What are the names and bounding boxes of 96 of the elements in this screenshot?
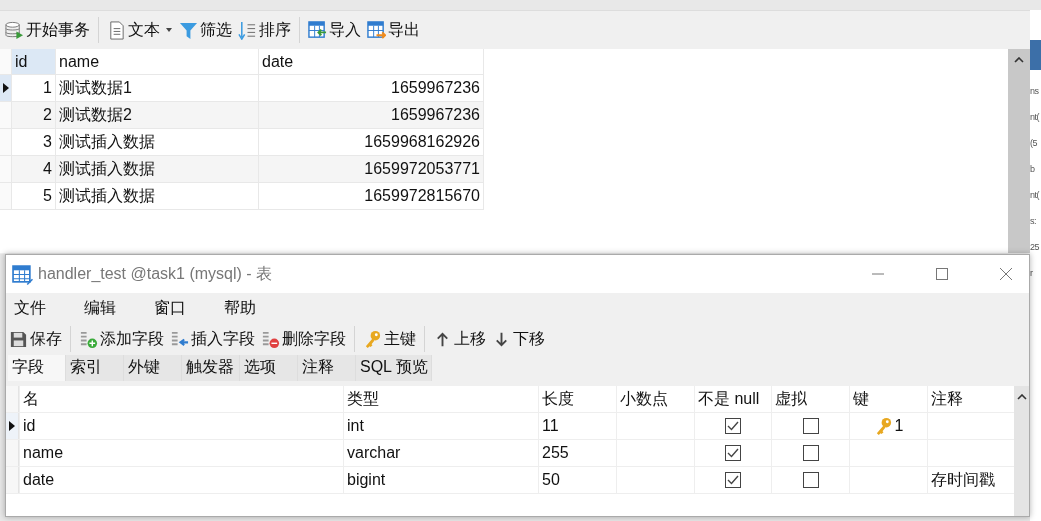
table-cell: 1 (12, 75, 56, 101)
row-header[interactable] (6, 413, 19, 439)
scrollbar[interactable] (1014, 386, 1029, 516)
tab[interactable]: SQL 预览 (356, 355, 432, 381)
table-cell: 1659968162926 (259, 129, 484, 155)
column-header[interactable]: 名 (19, 386, 343, 412)
field-add-icon (79, 329, 98, 349)
column-header[interactable]: 小数点 (616, 386, 694, 412)
toolbar-button[interactable]: 开始事务 (2, 16, 93, 44)
checkbox[interactable] (802, 445, 819, 461)
table-cell: 1659967236 (259, 102, 484, 128)
text-fragment: nt( (1030, 189, 1040, 202)
table-cell: 测试插入数据 (56, 156, 259, 182)
column-header[interactable]: 虚拟 (771, 386, 849, 412)
table-cell: 50 (538, 467, 616, 493)
filter-icon (179, 20, 198, 40)
toolbar-button[interactable]: 保存 (6, 325, 65, 353)
table-cell: 1659972815670 (259, 183, 484, 209)
table-cell: 测试插入数据 (56, 129, 259, 155)
column-header[interactable]: name (56, 49, 259, 74)
text-fragment: r (1030, 267, 1034, 280)
table-cell: id (19, 413, 343, 439)
key-icon (363, 329, 382, 349)
field-insert-icon (170, 329, 189, 349)
checkbox[interactable] (802, 418, 819, 434)
text-fragment: b (1030, 163, 1036, 176)
toolbar-button[interactable]: 主键 (360, 325, 419, 353)
tab[interactable]: 索引 (66, 355, 124, 381)
toolbar-button[interactable]: 删除字段 (258, 325, 349, 353)
table-cell: 11 (538, 413, 616, 439)
row-pointer-icon (9, 421, 15, 431)
toolbar-button[interactable]: 导出 (364, 16, 423, 44)
window-title: handler_test @task1 (mysql) - 表 (38, 263, 274, 284)
row-pointer-icon (2, 83, 9, 93)
column-header[interactable]: 类型 (343, 386, 538, 412)
table-cell: 1659967236 (259, 75, 484, 101)
text-fragment: (5 (1030, 137, 1038, 150)
maximize-icon (935, 267, 949, 281)
table-cell: 255 (538, 440, 616, 466)
table-cell: 5 (12, 183, 56, 209)
toolbar-button[interactable]: 导入 (305, 16, 364, 44)
menu-item[interactable]: 文件 (10, 297, 50, 319)
toolbar-button[interactable]: 文本 (104, 16, 176, 44)
column-header[interactable]: 长度 (538, 386, 616, 412)
tab[interactable]: 选项 (240, 355, 298, 381)
toolbar-button[interactable]: 添加字段 (76, 325, 167, 353)
tab[interactable]: 注释 (298, 355, 356, 381)
title-bar (1030, 40, 1041, 70)
table-cell: 1 (894, 417, 904, 435)
table-cell: 测试插入数据 (56, 183, 259, 209)
row-header[interactable] (0, 75, 12, 101)
checked-checkbox[interactable] (725, 445, 741, 461)
checkbox[interactable] (802, 472, 819, 488)
table-cell: 测试数据1 (56, 75, 259, 101)
scroll-up-icon[interactable] (1014, 57, 1024, 63)
column-header[interactable]: date (259, 49, 484, 74)
checked-checkbox[interactable] (725, 472, 741, 488)
scroll-up-icon[interactable] (1016, 394, 1027, 400)
table-cell: date (19, 467, 343, 493)
table-cell: 1659972053771 (259, 156, 484, 182)
close-icon (999, 267, 1013, 281)
toolbar-button[interactable]: 插入字段 (167, 325, 258, 353)
table-cell: bigint (343, 467, 538, 493)
column-header[interactable]: 键 (849, 386, 927, 412)
table-icon (12, 263, 33, 285)
database-icon (5, 20, 24, 40)
column-header[interactable]: 不是 null (694, 386, 771, 412)
table-cell: 3 (12, 129, 56, 155)
field-delete-icon (261, 329, 280, 349)
text-fragment: 25 (1030, 241, 1040, 254)
table-cell: varchar (343, 440, 538, 466)
tab[interactable]: 外键 (124, 355, 182, 381)
toolbar-button[interactable]: 上移 (430, 325, 489, 353)
menu-item[interactable]: 帮助 (220, 297, 260, 319)
sort-icon (238, 20, 257, 40)
document-icon (107, 20, 126, 40)
table-cell: name (19, 440, 343, 466)
menu-item[interactable]: 窗口 (150, 297, 190, 319)
text-fragment: s: (1030, 215, 1037, 228)
table-cell: 4 (12, 156, 56, 182)
checked-checkbox[interactable] (725, 418, 741, 434)
floppy-icon (9, 329, 28, 349)
text-fragment: ns (1030, 85, 1040, 98)
table-cell: 2 (12, 102, 56, 128)
table-cell: int (343, 413, 538, 439)
text-fragment: nt( (1030, 111, 1040, 124)
column-header[interactable]: id (12, 49, 56, 74)
table-cell: 测试数据2 (56, 102, 259, 128)
table-cell-text: 存时间戳 (931, 469, 995, 490)
tab[interactable]: 触发器 (182, 355, 240, 381)
toolbar-button[interactable]: 筛选 (176, 16, 235, 44)
toolbar-button[interactable]: 排序 (235, 16, 294, 44)
menu-item[interactable]: 编辑 (80, 297, 120, 319)
toolbar-button[interactable]: 下移 (489, 325, 548, 353)
scrollbar[interactable] (1008, 49, 1030, 253)
tab[interactable]: 字段 (8, 355, 66, 381)
